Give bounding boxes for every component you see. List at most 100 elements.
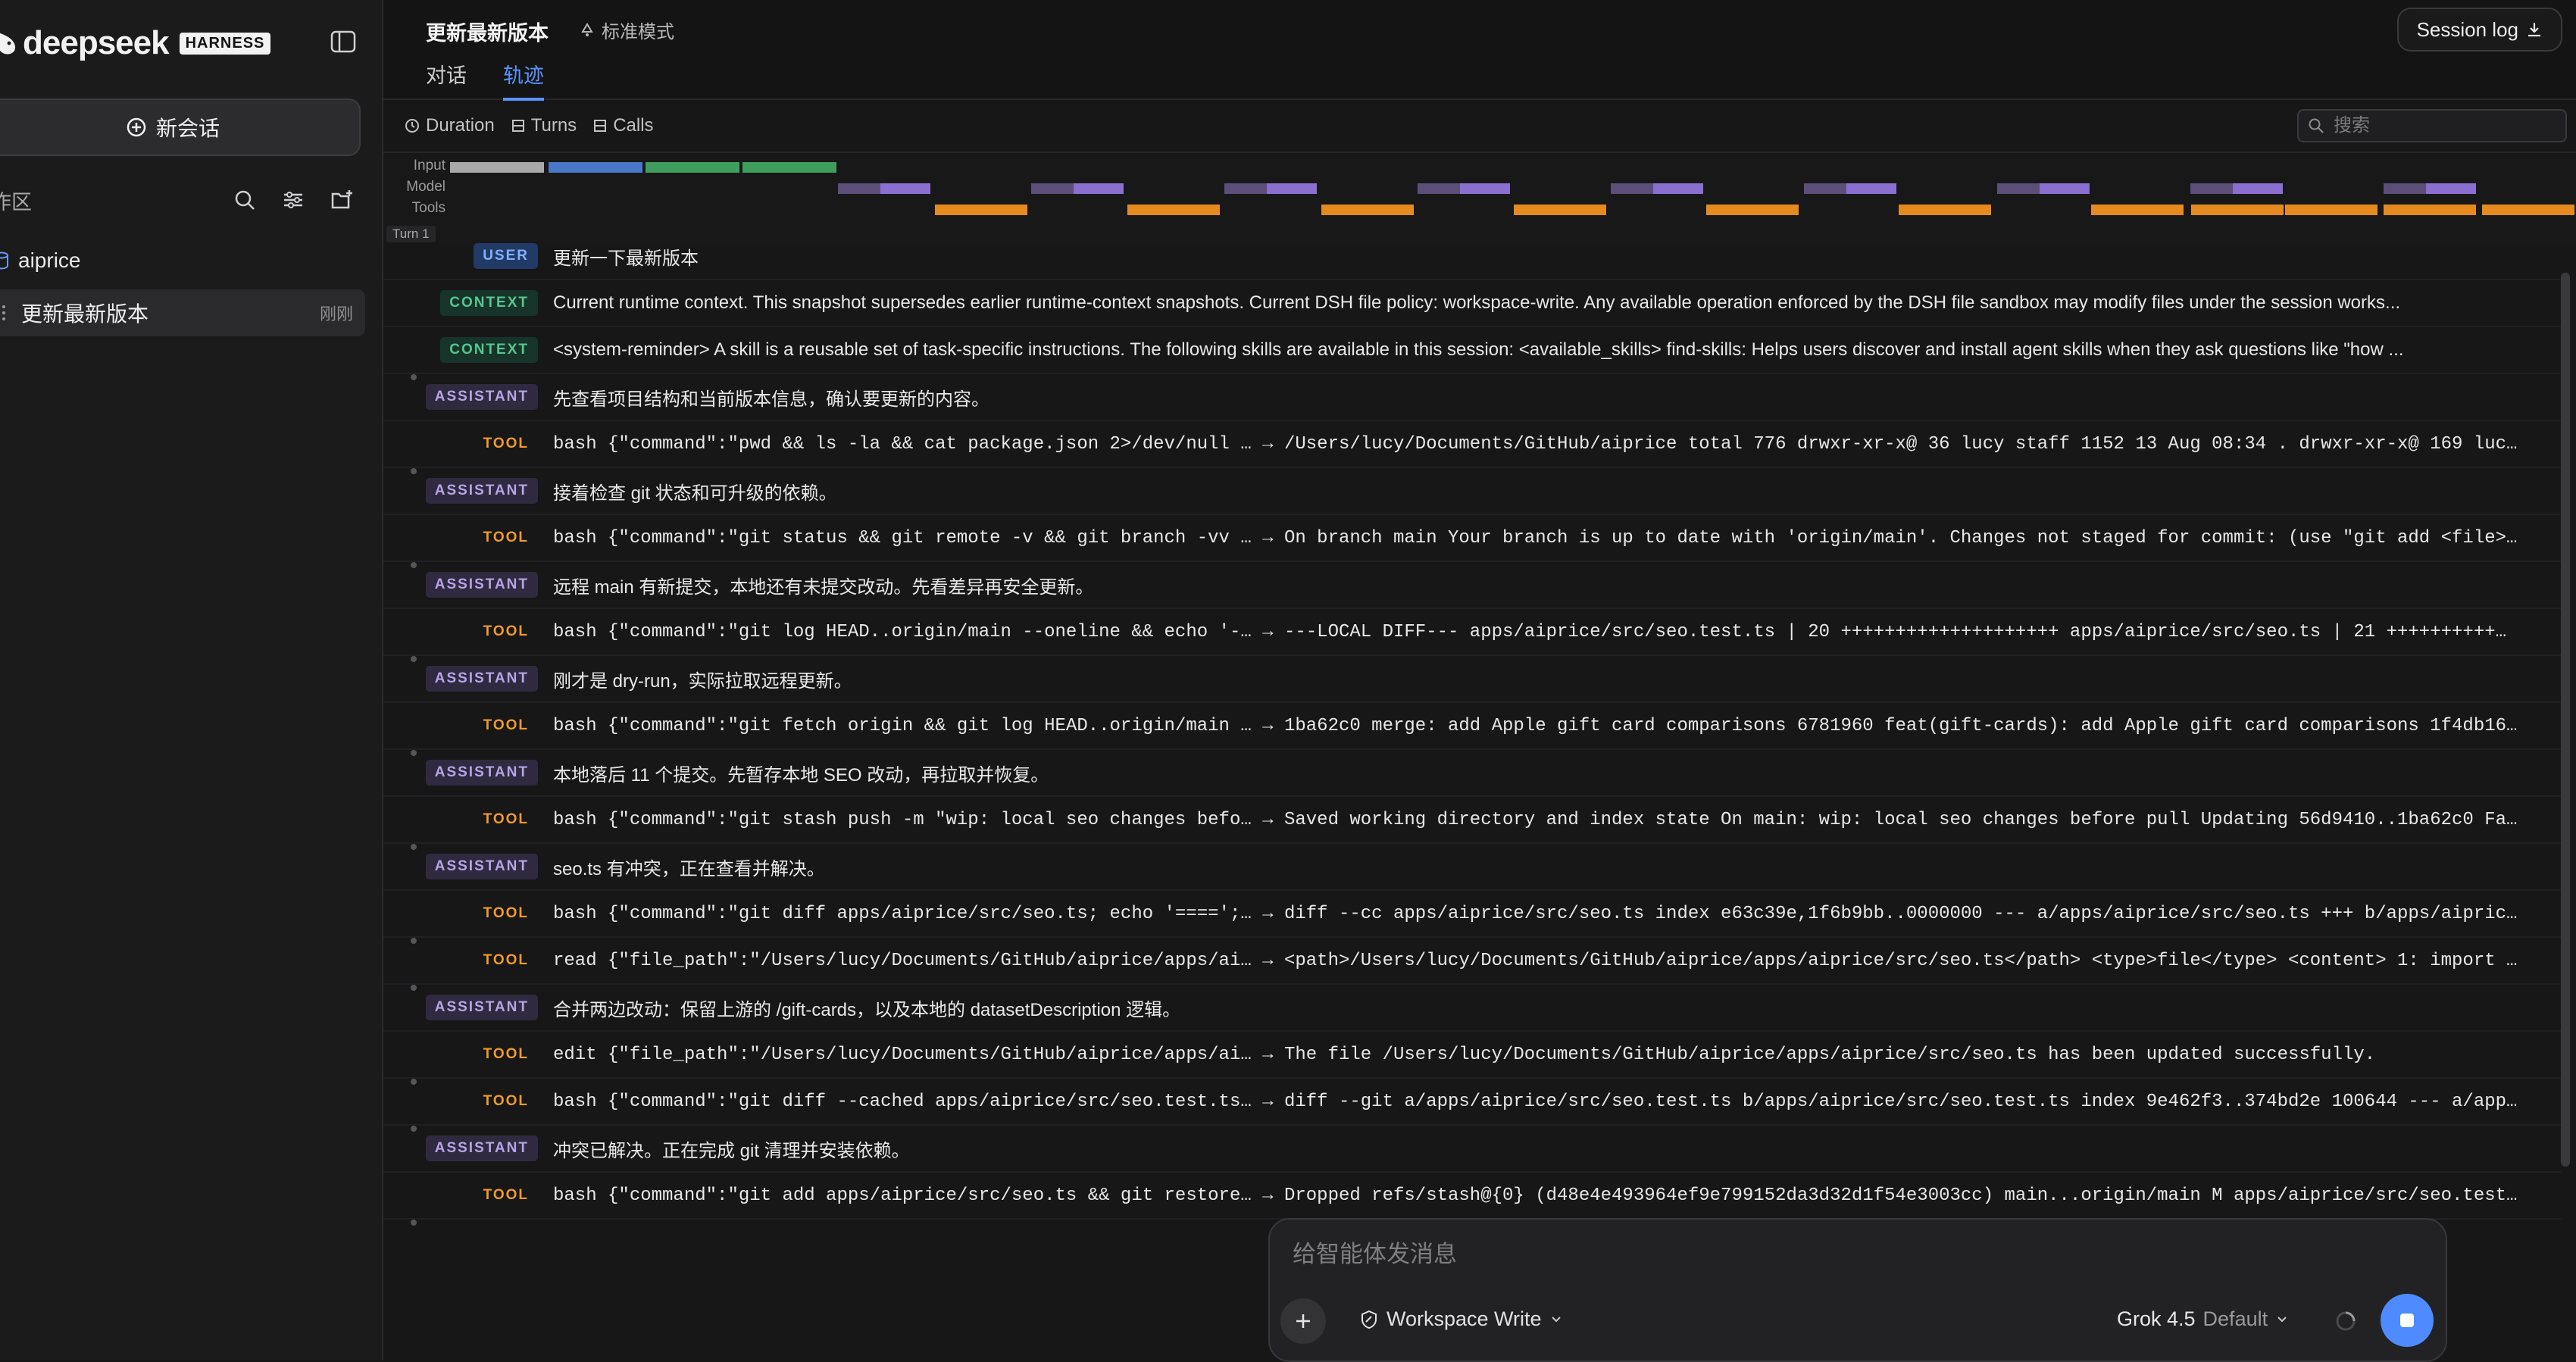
role-badge-context: CONTEXT bbox=[440, 290, 538, 316]
trace-row[interactable]: ASSISTANT seo.ts 有冲突，正在查看并解决。 bbox=[383, 844, 2561, 891]
trace-search bbox=[2297, 109, 2567, 142]
message-input[interactable] bbox=[1291, 1236, 2415, 1273]
timeline-block[interactable] bbox=[1997, 183, 2040, 194]
timeline-block[interactable] bbox=[1460, 183, 1510, 194]
trace-row[interactable]: CONTEXT Current runtime context. This sna… bbox=[383, 280, 2561, 327]
filter-sliders-icon[interactable] bbox=[280, 187, 306, 213]
trace-row[interactable]: TOOL bash {"command":"git fetch origin &&… bbox=[383, 703, 2561, 756]
role-badge-tool: TOOL bbox=[483, 623, 529, 639]
workspace-header: 作区 bbox=[0, 183, 370, 217]
timeline-block[interactable] bbox=[1267, 183, 1317, 194]
role-badge-assistant: ASSISTANT bbox=[425, 666, 538, 692]
timeline-block[interactable] bbox=[450, 162, 544, 173]
timeline-block[interactable] bbox=[646, 162, 739, 173]
trace-search-input[interactable] bbox=[2332, 114, 2562, 137]
timeline-block[interactable] bbox=[1224, 183, 1267, 194]
timeline-block[interactable] bbox=[2233, 183, 2283, 194]
tab-conversation[interactable]: 对话 bbox=[426, 59, 467, 101]
timeline-block[interactable] bbox=[2191, 205, 2284, 215]
new-chat-label: 新会话 bbox=[155, 117, 220, 140]
filter-calls[interactable]: Calls bbox=[593, 115, 654, 136]
add-attachment-button[interactable] bbox=[1280, 1298, 1326, 1344]
trace-row-text: 接着检查 git 状态和可升级的依赖。 bbox=[553, 483, 837, 504]
tab-trace[interactable]: 轨迹 bbox=[503, 59, 544, 101]
filter-duration[interactable]: Duration bbox=[405, 115, 495, 136]
sidebar-toggle-icon[interactable] bbox=[329, 27, 358, 56]
search-icon bbox=[2309, 118, 2324, 133]
trace-row[interactable]: TOOL bash {"command":"git diff --cached a… bbox=[383, 1079, 2561, 1132]
trace-row[interactable]: TOOL bash {"command":"git log HEAD..origi… bbox=[383, 609, 2561, 662]
topbar: 更新最新版本 标准模式 对话 轨迹 Session log bbox=[383, 0, 2576, 101]
filter-duration-label: Duration bbox=[426, 115, 495, 136]
trace-row[interactable]: TOOL bash {"command":"git stash push -m "… bbox=[383, 797, 2561, 850]
timeline-block[interactable] bbox=[1321, 205, 1414, 215]
filter-turns[interactable]: Turns bbox=[511, 115, 577, 136]
session-log-button[interactable]: Session log bbox=[2396, 8, 2562, 52]
search-icon[interactable] bbox=[232, 187, 258, 213]
session-item-active[interactable]: 更新最新版本 刚刚 bbox=[0, 289, 365, 336]
stop-button[interactable] bbox=[2381, 1294, 2434, 1347]
timeline-block[interactable] bbox=[935, 205, 1027, 215]
trace-row[interactable]: TOOL bash {"command":"pwd && ls -la && ca… bbox=[383, 421, 2561, 474]
timeline-block[interactable] bbox=[1706, 205, 1799, 215]
role-badge-context: CONTEXT bbox=[440, 337, 538, 363]
timeline-block[interactable] bbox=[2040, 183, 2090, 194]
model-name: Grok 4.5 bbox=[2117, 1307, 2196, 1330]
trace-row[interactable]: ASSISTANT 冲突已解决。正在完成 git 清理并安装依赖。 bbox=[383, 1126, 2561, 1173]
model-selector[interactable]: Grok 4.5 Default bbox=[2117, 1307, 2289, 1331]
timeline-block[interactable] bbox=[838, 183, 880, 194]
timeline-block[interactable] bbox=[2285, 205, 2377, 215]
shield-edit-icon bbox=[1361, 1310, 1377, 1329]
timeline-block[interactable] bbox=[2091, 205, 2184, 215]
timeline-block[interactable] bbox=[2426, 183, 2476, 194]
trace-row[interactable]: TOOL bash {"command":"git status && git r… bbox=[383, 515, 2561, 568]
trace-row[interactable]: ASSISTANT 先查看项目结构和当前版本信息，确认要更新的内容。 bbox=[383, 374, 2561, 421]
trace-row[interactable]: TOOL bash {"command":"git add apps/aipric… bbox=[383, 1173, 2561, 1226]
permission-selector[interactable]: Workspace Write bbox=[1359, 1307, 1563, 1331]
timeline-block[interactable] bbox=[2384, 183, 2426, 194]
workspace-title: 作区 bbox=[0, 190, 32, 214]
trace-row[interactable]: ASSISTANT 刚才是 dry-run，实际拉取远程更新。 bbox=[383, 656, 2561, 703]
trace-toolbar: Duration Turns Calls bbox=[383, 100, 2576, 153]
trace-row-text: Current runtime context. This snapshot s… bbox=[553, 292, 2401, 313]
timeline-block[interactable] bbox=[1514, 205, 1606, 215]
project-item[interactable]: aiprice bbox=[0, 244, 80, 277]
trace-row[interactable]: TOOL bash {"command":"git diff apps/aipri… bbox=[383, 891, 2561, 944]
trace-row[interactable]: TOOL read {"file_path":"/Users/lucy/Docum… bbox=[383, 938, 2561, 991]
role-badge-assistant: ASSISTANT bbox=[425, 384, 538, 410]
timeline-block[interactable] bbox=[1846, 183, 1896, 194]
timeline-block[interactable] bbox=[2384, 205, 2476, 215]
role-badge-tool: TOOL bbox=[483, 952, 529, 968]
new-chat-button[interactable]: 新会话 bbox=[0, 98, 361, 156]
database-icon bbox=[0, 251, 8, 270]
trace-row[interactable]: CONTEXT <system-reminder> A skill is a re… bbox=[383, 327, 2561, 380]
timeline-block[interactable] bbox=[1804, 183, 1846, 194]
trace-row-text: 刚才是 dry-run，实际拉取远程更新。 bbox=[553, 670, 852, 692]
trace-row[interactable]: USER 更新一下最新版本 bbox=[383, 233, 2561, 280]
brand: deepseek HARNESS bbox=[0, 23, 271, 64]
scrollbar[interactable] bbox=[2561, 273, 2570, 1167]
mode-indicator[interactable]: 标准模式 bbox=[579, 17, 674, 43]
timeline-block[interactable] bbox=[1074, 183, 1124, 194]
trace-row[interactable]: TOOL edit {"file_path":"/Users/lucy/Docum… bbox=[383, 1032, 2561, 1085]
timeline-block[interactable] bbox=[742, 162, 836, 173]
timeline-block[interactable] bbox=[1031, 183, 1074, 194]
trace-row[interactable]: ASSISTANT 接着检查 git 状态和可升级的依赖。 bbox=[383, 468, 2561, 515]
timeline-block[interactable] bbox=[880, 183, 930, 194]
loading-spinner-icon bbox=[2336, 1311, 2356, 1331]
timeline-block[interactable] bbox=[1899, 205, 1991, 215]
timeline-block[interactable] bbox=[1418, 183, 1460, 194]
timeline-block[interactable] bbox=[2553, 205, 2574, 215]
timeline-block[interactable] bbox=[1611, 183, 1653, 194]
trace-row-text: bash {"command":"git add apps/aiprice/sr… bbox=[553, 1185, 2518, 1206]
trace-row-text: 冲突已解决。正在完成 git 清理并安装依赖。 bbox=[553, 1140, 910, 1161]
timeline-block[interactable] bbox=[1653, 183, 1703, 194]
trace-row[interactable]: ASSISTANT 合并两边改动：保留上游的 /gift-cards，以及本地的 … bbox=[383, 985, 2561, 1032]
timeline-block[interactable] bbox=[549, 162, 642, 173]
trace-row-text: <system-reminder> A skill is a reusable … bbox=[553, 339, 2404, 360]
new-folder-icon[interactable] bbox=[329, 187, 355, 213]
timeline-block[interactable] bbox=[2190, 183, 2233, 194]
trace-row[interactable]: ASSISTANT 本地落后 11 个提交。先暂存本地 SEO 改动，再拉取并恢复… bbox=[383, 750, 2561, 797]
timeline-block[interactable] bbox=[1127, 205, 1220, 215]
trace-row[interactable]: ASSISTANT 远程 main 有新提交，本地还有未提交改动。先看差异再安全更… bbox=[383, 562, 2561, 609]
